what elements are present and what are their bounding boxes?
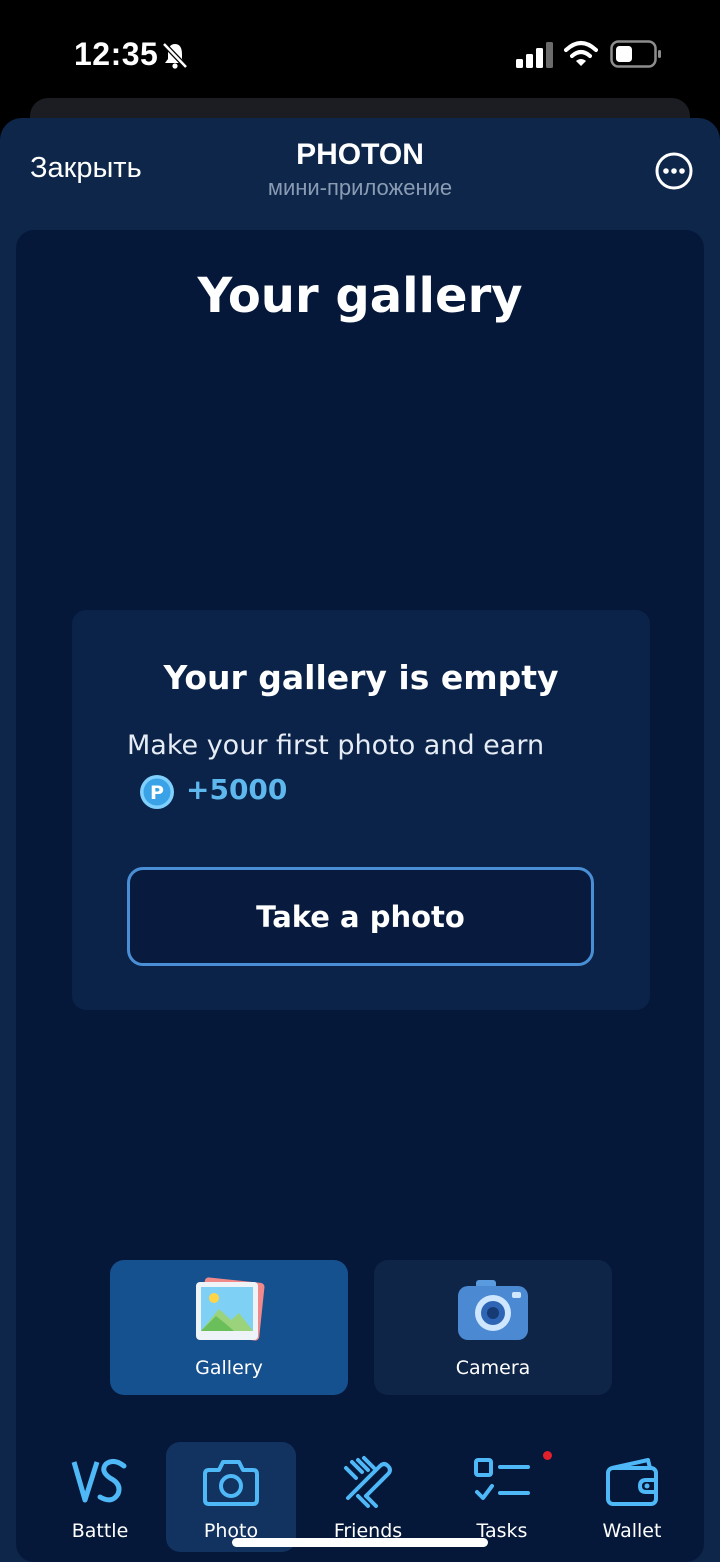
- nav-wallet[interactable]: Wallet: [567, 1442, 697, 1552]
- nav-wallet-label: Wallet: [602, 1520, 662, 1542]
- page-title: Your gallery: [197, 268, 523, 324]
- status-time: 12:35: [74, 36, 159, 72]
- nav-friends[interactable]: Friends: [303, 1442, 433, 1552]
- cellular-signal-icon: [516, 42, 553, 68]
- checklist-icon: [474, 1458, 530, 1500]
- camera-icon: [458, 1280, 528, 1340]
- status-bar: 12:35: [0, 0, 720, 110]
- camera-tab-label: Camera: [455, 1357, 531, 1379]
- notification-dot: [543, 1451, 552, 1460]
- empty-state-title: Your gallery is empty: [163, 658, 559, 697]
- take-photo-button[interactable]: Take a photo: [127, 867, 594, 966]
- photon-coin-icon: P: [140, 775, 174, 809]
- home-indicator: [232, 1538, 488, 1547]
- handshake-icon: [344, 1456, 392, 1508]
- camera-tab-button[interactable]: Camera: [374, 1260, 612, 1395]
- ellipsis-circle-icon[interactable]: [654, 151, 694, 191]
- empty-state-description: Make your first photo and earn: [127, 730, 545, 761]
- gallery-icon: [196, 1277, 265, 1341]
- gallery-tab-label: Gallery: [195, 1357, 263, 1379]
- camera-outline-icon: [203, 1460, 259, 1506]
- wallet-icon: [606, 1458, 658, 1506]
- gallery-tab-button[interactable]: Gallery: [110, 1260, 348, 1395]
- nav-battle[interactable]: Battle: [35, 1442, 165, 1552]
- bell-slash-icon: [162, 42, 188, 69]
- vs-icon: [71, 1458, 127, 1503]
- nav-battle-label: Battle: [71, 1520, 129, 1542]
- app-subtitle: мини-приложение: [267, 175, 453, 200]
- svg-text:P: P: [150, 782, 164, 804]
- battery-icon: [610, 40, 661, 68]
- nav-photo[interactable]: Photo: [166, 1442, 296, 1552]
- wifi-icon: [564, 41, 598, 66]
- app-title: PHOTON: [296, 138, 424, 171]
- reward-amount: +5000: [186, 773, 288, 806]
